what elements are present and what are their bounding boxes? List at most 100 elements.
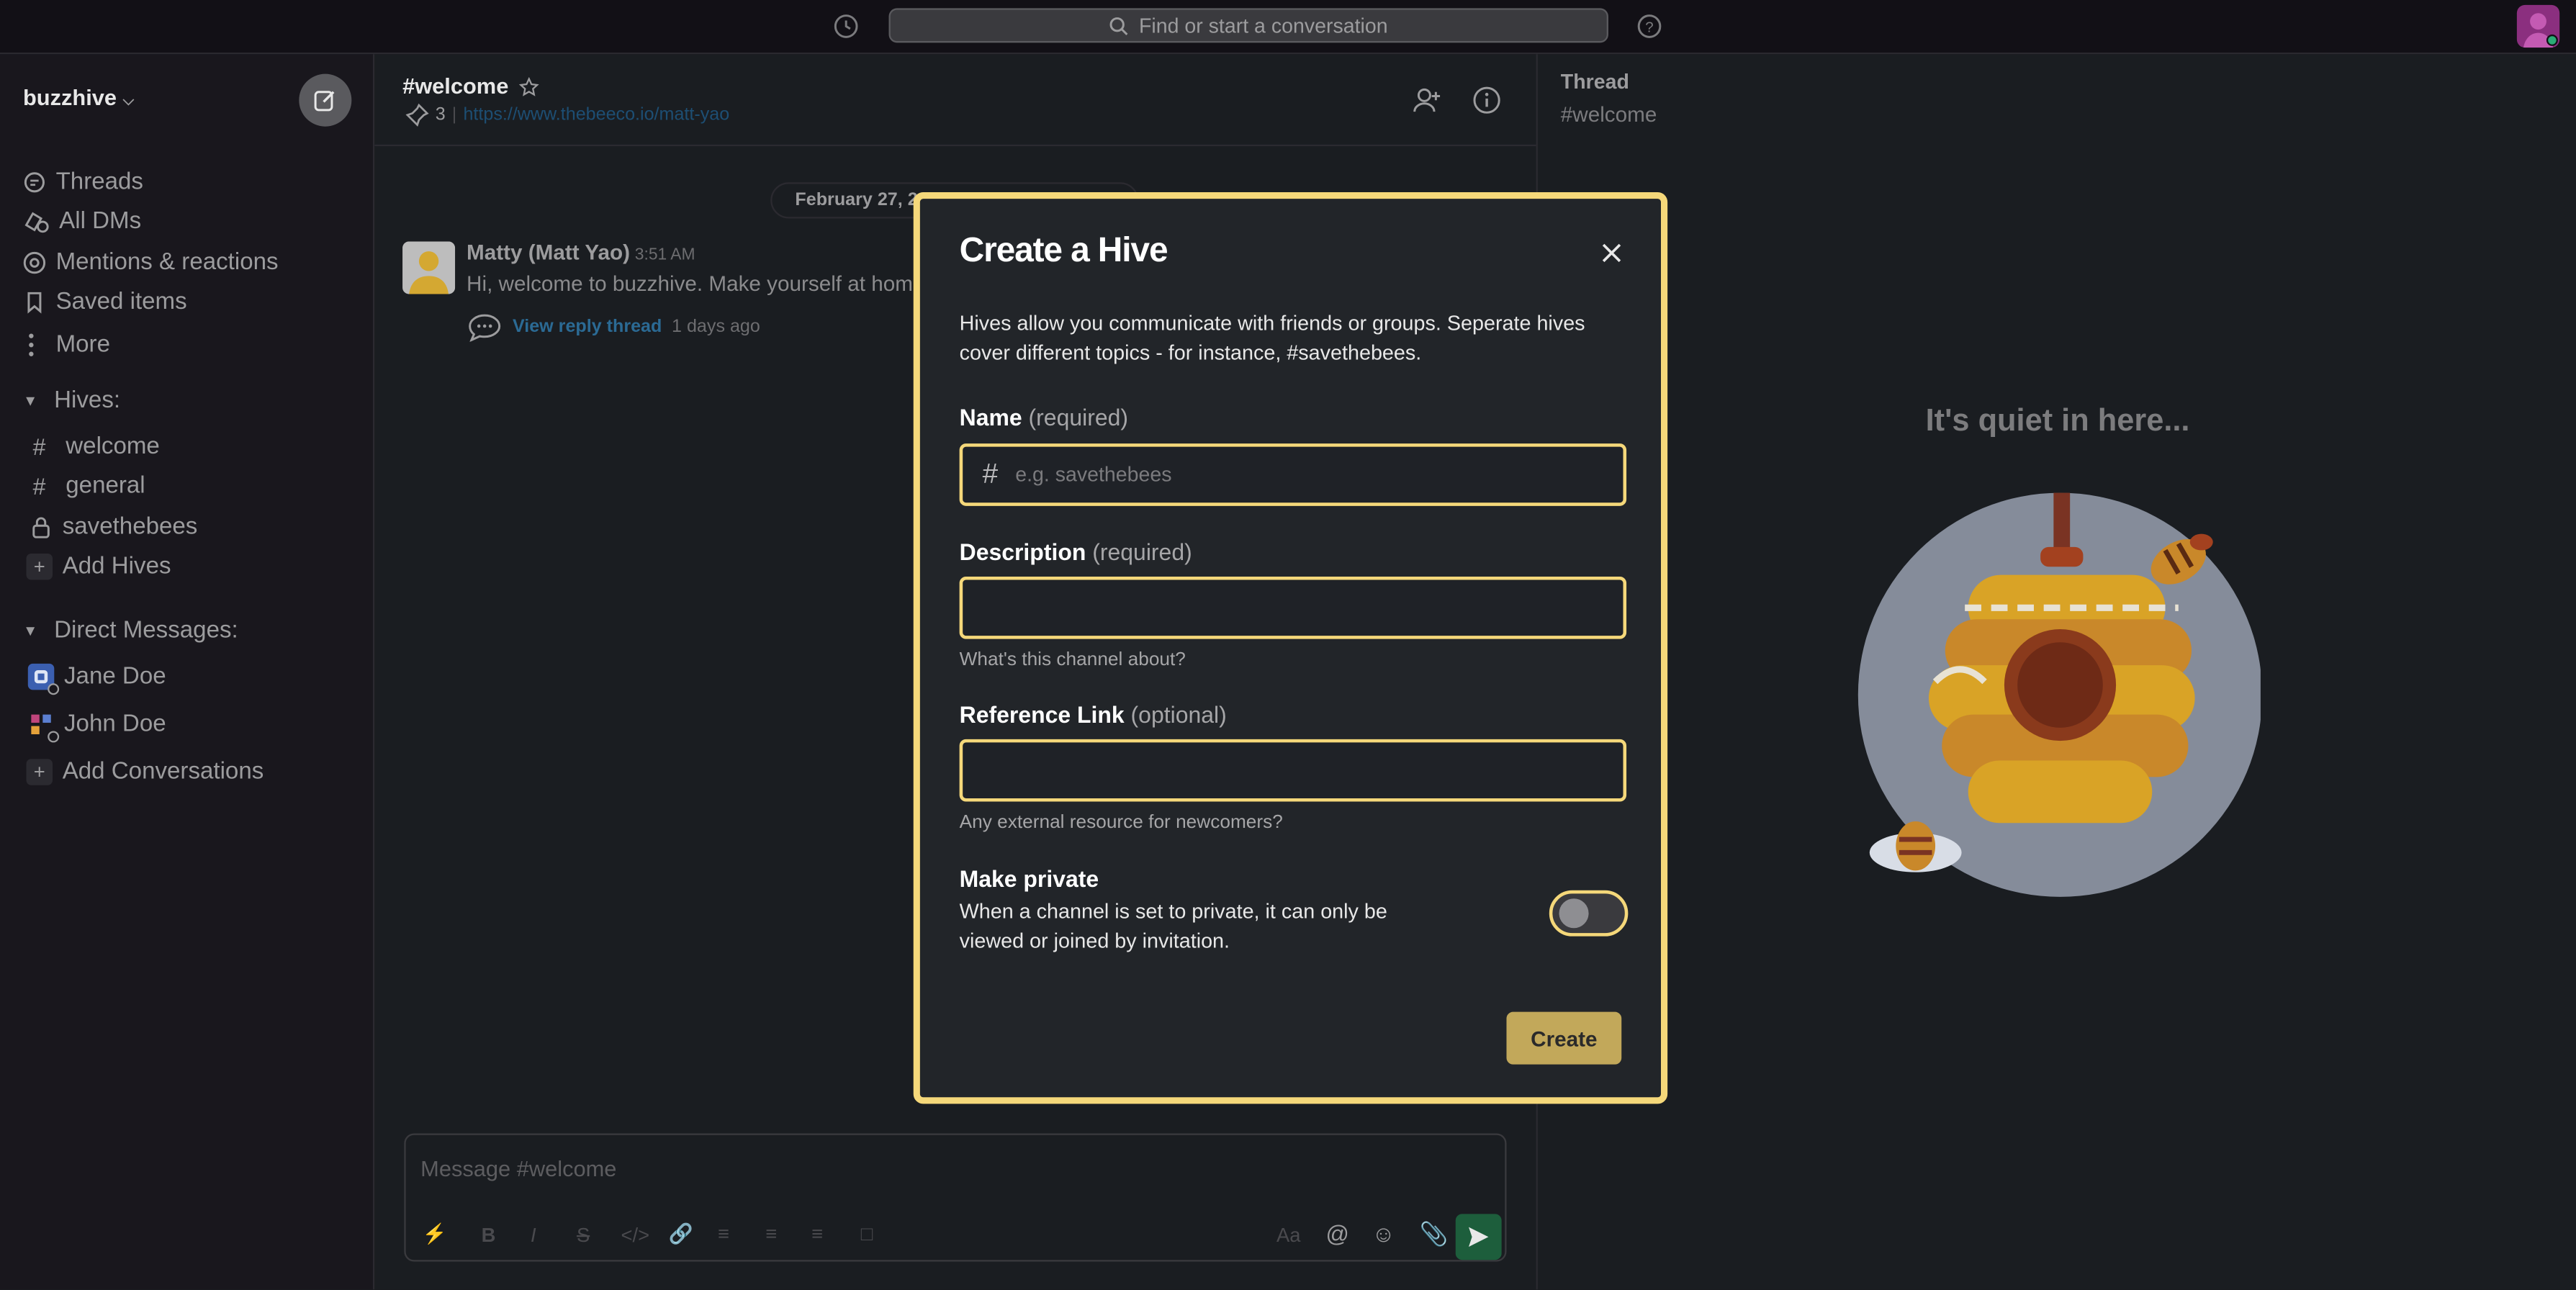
top-bar: Find or start a conversation ? <box>0 0 2576 55</box>
dms-icon <box>24 212 49 233</box>
description-input[interactable] <box>959 576 1627 639</box>
dm-label: Jane Doe <box>63 663 166 690</box>
toggle-knob <box>1559 898 1589 929</box>
lock-icon <box>32 517 50 538</box>
beehive-illustration <box>1857 492 2261 897</box>
channel-title[interactable]: #welcome <box>402 74 539 99</box>
avatar <box>27 663 60 695</box>
section-label: Hives: <box>54 387 121 415</box>
user-avatar[interactable] <box>2516 4 2560 48</box>
sidebar-item-saved[interactable]: Saved items <box>23 289 187 316</box>
compose-icon <box>314 91 335 112</box>
info-icon[interactable] <box>1472 86 1502 115</box>
caret-down-icon: ▼ <box>22 622 38 639</box>
topic-link[interactable]: https://www.thebeeco.io/matt-yao <box>463 105 729 125</box>
history-icon[interactable] <box>833 13 860 40</box>
code-icon[interactable]: </> <box>621 1224 650 1247</box>
quote-icon[interactable]: ≡ <box>811 1222 823 1245</box>
plus-icon: + <box>26 553 53 580</box>
close-icon[interactable] <box>1600 241 1623 264</box>
hash-icon: # <box>982 458 999 490</box>
ordered-list-icon[interactable]: ≡ <box>718 1222 729 1245</box>
sidebar-item-all-dms[interactable]: All DMs <box>23 209 141 235</box>
reply-label: View reply thread <box>512 317 662 337</box>
sidebar-item-threads[interactable]: Threads <box>23 169 143 196</box>
sidebar-item-more[interactable]: More <box>23 332 110 358</box>
star-icon[interactable] <box>518 76 539 96</box>
reference-link-label-text: Reference Link <box>959 701 1125 728</box>
shortcuts-icon[interactable]: ⚡ <box>422 1222 446 1245</box>
mention-icon[interactable]: @ <box>1325 1220 1348 1247</box>
code-block-icon[interactable]: □ <box>861 1222 873 1245</box>
add-hives-label: Add Hives <box>62 553 171 580</box>
sidebar-item-label: welcome <box>66 433 160 460</box>
format-icon[interactable]: Aa <box>1276 1224 1301 1247</box>
bold-icon[interactable]: B <box>482 1224 496 1247</box>
reply-thread-link[interactable]: View reply thread 1 days ago <box>467 312 760 342</box>
dm-item-john[interactable]: John Doe <box>28 711 166 743</box>
name-label-suffix: (required) <box>1028 404 1129 430</box>
sidebar-item-welcome[interactable]: # welcome <box>33 433 160 460</box>
workspace-name: buzzhive <box>22 85 117 110</box>
sidebar-item-label: Saved items <box>55 289 187 316</box>
send-icon <box>1469 1227 1489 1247</box>
pin-icon[interactable] <box>405 103 429 127</box>
channel-subheader: 3 | https://www.thebeeco.io/matt-yao <box>405 103 729 127</box>
empty-state-text: It's quiet in here... <box>1925 404 2190 439</box>
threads-icon <box>24 172 45 193</box>
avatar <box>28 711 60 743</box>
message-composer[interactable]: Message #welcome ⚡ B I S </> 🔗 ≡ ≡ ≡ □ A… <box>404 1133 1507 1262</box>
avatar[interactable] <box>402 241 456 294</box>
search-placeholder: Find or start a conversation <box>1138 14 1388 37</box>
author-name: Matty (Matt Yao) <box>467 240 630 265</box>
speech-bubble-icon <box>469 314 501 342</box>
dm-item-jane[interactable]: Jane Doe <box>27 663 166 695</box>
sidebar-item-label: All DMs <box>59 208 142 235</box>
emoji-icon[interactable]: ☺ <box>1372 1220 1395 1247</box>
description-hint: What's this channel about? <box>959 650 1186 671</box>
add-conversations-button[interactable]: + Add Conversations <box>26 759 264 785</box>
bookmark-icon <box>27 292 42 314</box>
composer-toolbar: ⚡ B I S </> 🔗 ≡ ≡ ≡ □ Aa @ ☺ 📎 <box>406 1207 1505 1261</box>
workspace-switcher[interactable]: buzzhive ⌵ <box>23 86 134 110</box>
dm-section-header[interactable]: ▼ Direct Messages: <box>23 618 238 644</box>
more-icon <box>29 333 34 356</box>
plus-icon: + <box>26 759 53 785</box>
message-text: Hi, welcome to buzzhive. Make yourself a… <box>467 271 931 296</box>
attachment-icon[interactable]: 📎 <box>1420 1220 1449 1248</box>
create-label: Create <box>1531 1026 1598 1051</box>
description-label-suffix: (required) <box>1092 538 1192 565</box>
add-hives-button[interactable]: + Add Hives <box>26 553 171 580</box>
make-private-toggle[interactable] <box>1549 890 1629 937</box>
hash-icon: # <box>32 473 46 500</box>
hash-icon: # <box>32 433 46 460</box>
help-icon[interactable]: ? <box>1636 13 1663 40</box>
dialog-description: Hives allow you communicate with friends… <box>959 312 1585 365</box>
search-input[interactable]: Find or start a conversation <box>888 8 1608 43</box>
at-icon <box>23 251 46 274</box>
bullet-list-icon[interactable]: ≡ <box>765 1222 777 1245</box>
sidebar-item-label: savethebees <box>62 514 198 541</box>
sidebar-item-general[interactable]: # general <box>33 473 145 500</box>
strikethrough-icon[interactable]: S <box>577 1224 590 1247</box>
make-private-title: Make private <box>959 865 1099 893</box>
link-icon[interactable]: 🔗 <box>669 1222 693 1245</box>
create-button[interactable]: Create <box>1506 1011 1622 1065</box>
reply-ago: 1 days ago <box>672 317 760 337</box>
separator: | <box>451 105 457 125</box>
compose-button[interactable] <box>299 73 352 127</box>
message-author[interactable]: Matty (Matt Yao) 3:51 AM <box>467 240 695 264</box>
reference-link-input[interactable] <box>959 739 1627 802</box>
composer-placeholder: Message #welcome <box>420 1156 617 1181</box>
name-input[interactable]: # e.g. savethebees <box>959 443 1627 506</box>
hives-section-header[interactable]: ▼ Hives: <box>23 388 120 415</box>
sidebar-item-mentions[interactable]: Mentions & reactions <box>23 250 279 276</box>
send-button[interactable] <box>1455 1214 1502 1260</box>
sidebar-item-label: Threads <box>55 169 143 196</box>
sidebar-item-savethebees[interactable]: savethebees <box>30 514 197 541</box>
add-member-icon[interactable] <box>1413 86 1442 115</box>
italic-icon[interactable]: I <box>531 1224 536 1247</box>
make-private-description: When a channel is set to private, it can… <box>959 900 1387 953</box>
name-placeholder: e.g. savethebees <box>1015 463 1172 487</box>
thread-channel[interactable]: #welcome <box>1561 102 1657 126</box>
